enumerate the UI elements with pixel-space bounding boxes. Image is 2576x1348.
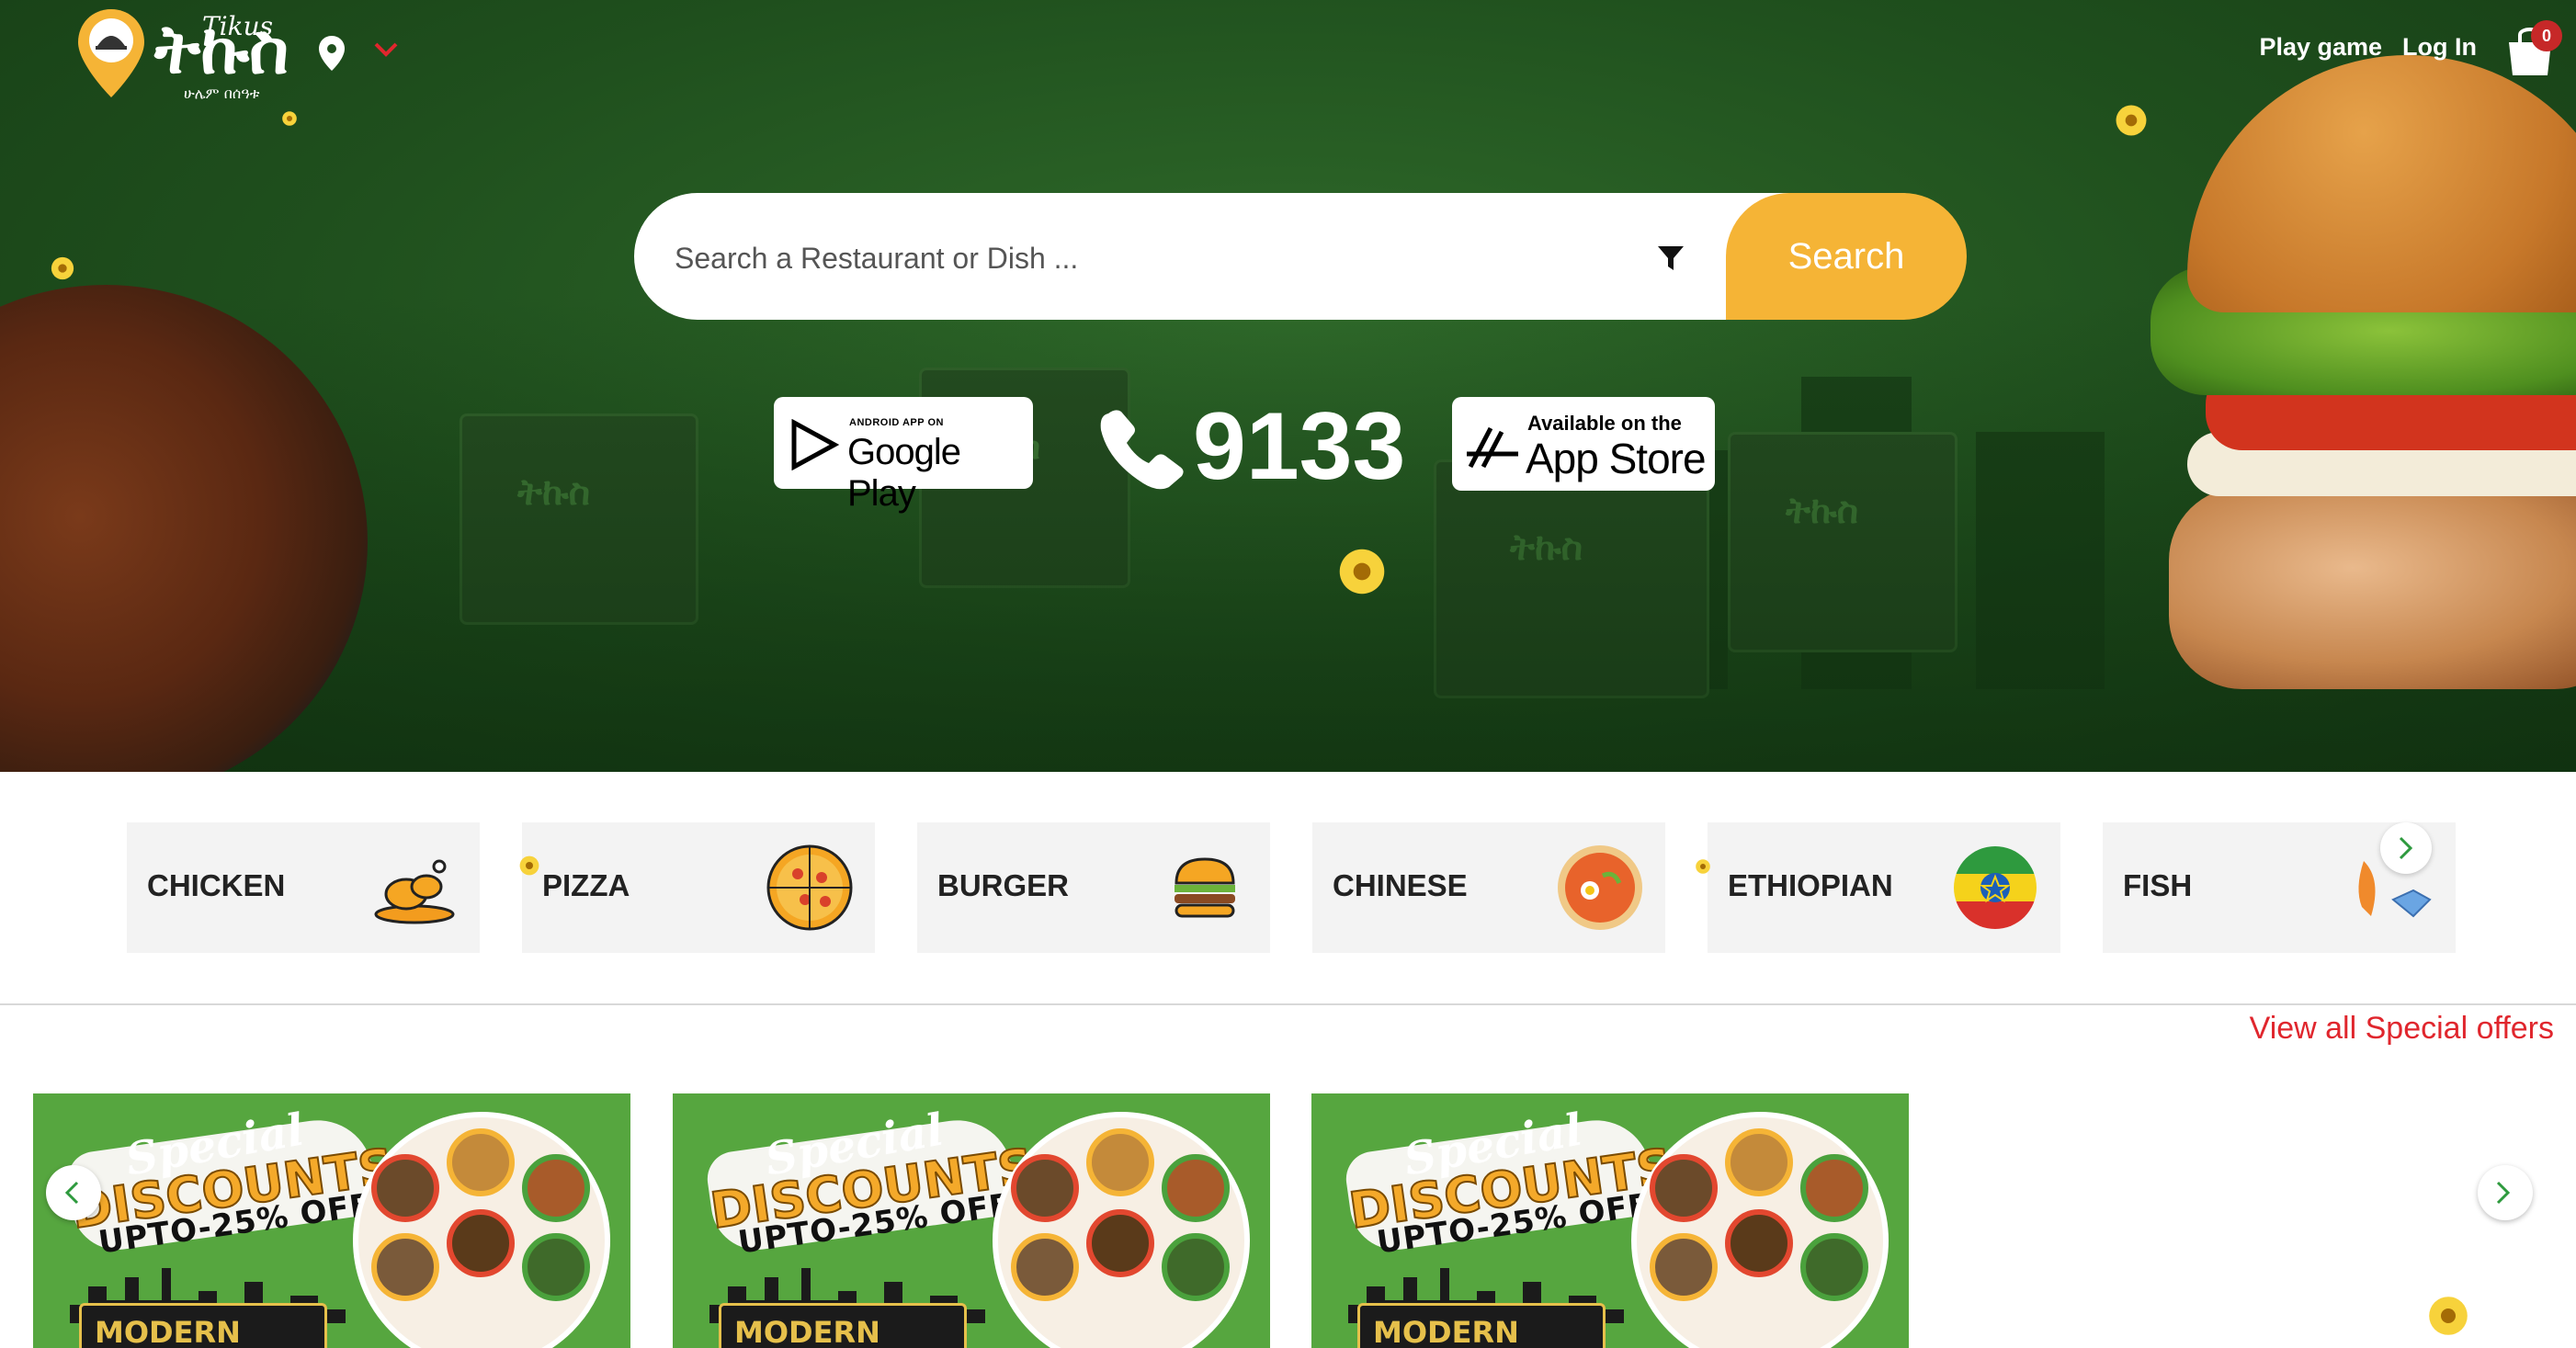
filter-icon[interactable] (1656, 244, 1685, 272)
flower-icon (2429, 1297, 2468, 1335)
category-label: PIZZA (542, 868, 630, 902)
offer-brand: MODERN Addis (1357, 1303, 1606, 1348)
google-play-caption: ANDROID APP ON (849, 417, 944, 428)
food-plate-image (1631, 1112, 1889, 1348)
chicken-icon (374, 859, 455, 924)
google-play-badge[interactable]: ANDROID APP ON Google Play (774, 397, 1033, 514)
category-burger[interactable]: BURGER (917, 822, 1270, 953)
chevron-down-icon[interactable] (373, 40, 399, 59)
flower-icon (1696, 859, 1710, 874)
burger-icon (1175, 857, 1235, 918)
flower-icon (519, 855, 539, 876)
search-button[interactable]: Search (1726, 193, 1967, 320)
search-input[interactable] (675, 219, 1630, 298)
pizza-icon (766, 844, 853, 931)
phone-icon (1100, 410, 1184, 490)
logo-latin-text: Tikus (202, 11, 273, 41)
noodle-bowl-icon (1558, 845, 1642, 930)
chevron-right-icon (2399, 836, 2413, 860)
logo-tagline: ሁሌም በሰዓቱ (184, 85, 260, 102)
hotline[interactable]: 9133 (1095, 395, 1405, 498)
view-all-offers-link[interactable]: View all Special offers (2250, 1011, 2554, 1047)
log-in-link[interactable]: Log In (2402, 33, 2477, 62)
category-label: CHINESE (1333, 868, 1468, 902)
offers-next-button[interactable] (2478, 1165, 2533, 1220)
category-next-button[interactable] (2380, 822, 2432, 874)
google-play-title: Google Play (847, 432, 961, 514)
site-logo[interactable]: ትኩስ Tikus ሁሌም በሰዓቱ (75, 7, 289, 108)
cart-count-badge: 0 (2531, 20, 2562, 51)
category-pizza[interactable]: PIZZA (522, 822, 875, 953)
logo-pin-icon (78, 9, 144, 97)
hero-banner: ትኩስ ትኩስ ትኩስ ትኩስ ትኩስ Tikus ሁሌም በሰዓቱ Play … (0, 0, 2576, 772)
offers-prev-button[interactable] (46, 1165, 101, 1220)
app-store-icon (1467, 426, 1518, 469)
app-store-title: App Store (1526, 435, 1707, 482)
play-store-icon (791, 419, 840, 470)
offer-brand: MODERN Addis (719, 1303, 967, 1348)
offer-card[interactable]: Special DISCOUNTS UPTO-25% OFF MODERN Ad… (673, 1093, 1270, 1348)
offer-card[interactable]: Special DISCOUNTS UPTO-25% OFF MODERN Ad… (1311, 1093, 1909, 1348)
flower-icon (282, 111, 297, 126)
section-divider (0, 1003, 2576, 1005)
category-label: CHICKEN (147, 868, 286, 902)
offer-brand: MODERN Addis (79, 1303, 327, 1348)
chevron-right-icon (2496, 1181, 2511, 1205)
search-bar: Search (634, 193, 1967, 320)
food-plate-image (993, 1112, 1250, 1348)
ethiopian-flag-icon (1954, 846, 2037, 929)
app-store-badge[interactable]: Available on the App Store (1452, 397, 1715, 491)
category-label: FISH (2123, 868, 2193, 902)
category-chinese[interactable]: CHINESE (1312, 822, 1665, 953)
category-label: ETHIOPIAN (1728, 868, 1893, 902)
flower-icon (2116, 105, 2147, 136)
play-game-link[interactable]: Play game (2259, 33, 2382, 62)
top-nav: Play game Log In (2259, 33, 2477, 62)
category-chicken[interactable]: CHICKEN (127, 822, 480, 953)
category-ethiopian[interactable]: ETHIOPIAN (1708, 822, 2060, 953)
category-strip: CHICKEN PIZZA BURGER CHINESE ETHIOPIAN F… (127, 822, 2456, 953)
chevron-left-icon (64, 1181, 79, 1205)
app-store-caption: Available on the (1527, 412, 1682, 435)
flower-icon (1339, 549, 1385, 595)
location-pin-icon[interactable] (318, 35, 346, 72)
flower-icon (51, 256, 74, 280)
food-plate-image (353, 1112, 610, 1348)
category-label: BURGER (937, 868, 1070, 902)
offer-card[interactable]: Special DISCOUNTS UPTO-25% OFF MODERN Ad… (33, 1093, 630, 1348)
burger-image (2150, 55, 2576, 698)
hotline-number: 9133 (1193, 393, 1406, 500)
